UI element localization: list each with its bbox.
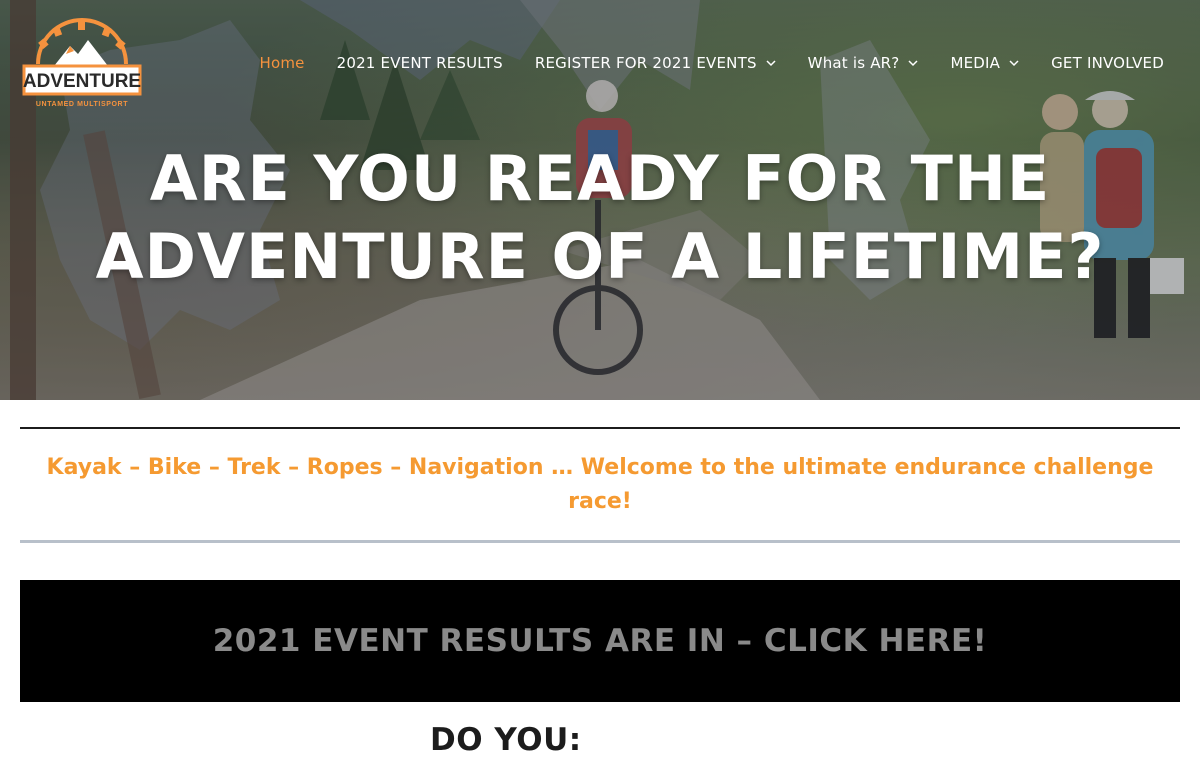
- tagline-text: Kayak – Bike – Trek – Ropes – Navigation…: [46, 454, 1154, 514]
- nav-item-label: MEDIA: [950, 54, 1001, 72]
- event-results-link[interactable]: 2021 EVENT RESULTS ARE IN – CLICK HERE!: [213, 623, 988, 659]
- logo-main-text: ADVENTURE: [23, 71, 141, 92]
- nav-item-label: REGISTER FOR 2021 EVENTS: [534, 54, 757, 72]
- nav-item-what-is-ar[interactable]: What is AR?: [808, 54, 919, 72]
- hero-banner: ADVENTURE UNTAMED MULTISPORT Home 2021 E…: [0, 0, 1200, 400]
- tagline-section: Kayak – Bike – Trek – Ropes – Navigation…: [20, 427, 1180, 543]
- chevron-down-icon: [1009, 60, 1019, 67]
- nav-item-label: Home: [259, 54, 305, 72]
- nav-item-register-2021-events[interactable]: REGISTER FOR 2021 EVENTS: [535, 54, 776, 72]
- site-logo[interactable]: ADVENTURE UNTAMED MULTISPORT: [20, 18, 144, 112]
- nav-item-label: GET INVOLVED: [1051, 54, 1164, 72]
- nav-item-2021-event-results[interactable]: 2021 EVENT RESULTS: [337, 54, 503, 72]
- logo-sub-text: UNTAMED MULTISPORT: [36, 101, 128, 108]
- hero-title: ARE YOU READY FOR THE ADVENTURE OF A LIF…: [0, 140, 1200, 296]
- event-results-banner[interactable]: 2021 EVENT RESULTS ARE IN – CLICK HERE!: [20, 580, 1180, 702]
- main-navigation: Home 2021 EVENT RESULTS REGISTER FOR 202…: [259, 54, 1164, 72]
- nav-item-label: 2021 EVENT RESULTS: [336, 54, 503, 72]
- nav-item-label: What is AR?: [807, 54, 900, 72]
- nav-item-media[interactable]: MEDIA: [950, 54, 1019, 72]
- chevron-down-icon: [908, 60, 918, 67]
- nav-item-home[interactable]: Home: [259, 54, 304, 72]
- hero-title-line-1: ARE YOU READY FOR THE: [149, 142, 1051, 215]
- nav-item-get-involved[interactable]: GET INVOLVED: [1051, 54, 1164, 72]
- section-heading: DO YOU:: [430, 722, 582, 758]
- chevron-down-icon: [766, 60, 776, 67]
- hero-title-line-2: ADVENTURE OF A LIFETIME?: [95, 220, 1105, 293]
